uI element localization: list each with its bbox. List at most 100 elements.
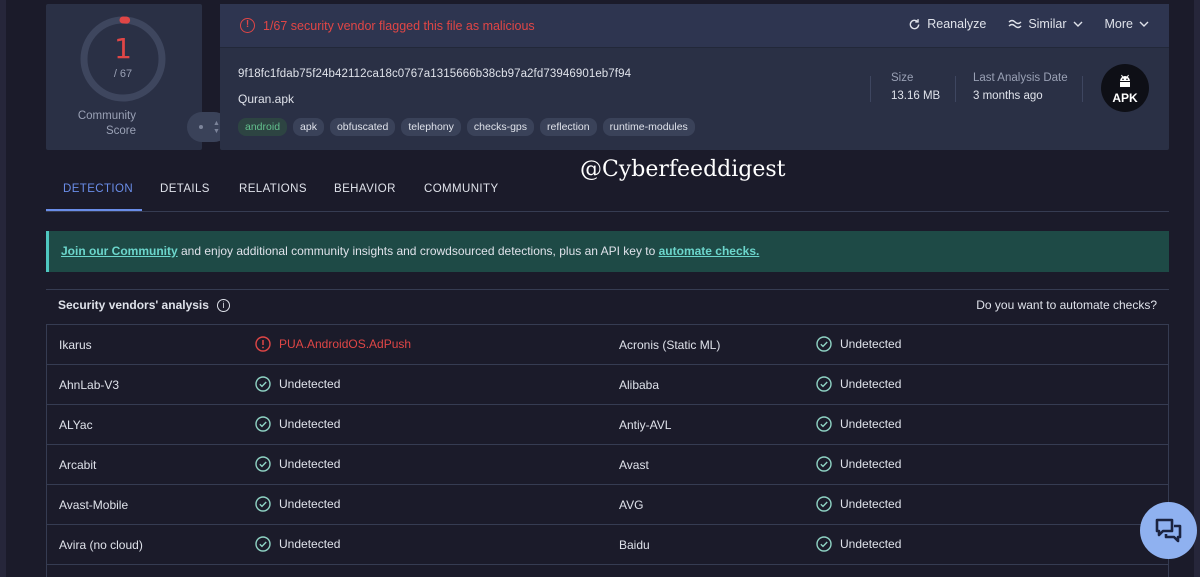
left-frame-edge: [0, 0, 6, 577]
chevron-down-icon: [1073, 21, 1083, 27]
vendor-result: Undetected: [255, 376, 340, 392]
reanalyze-label: Reanalyze: [927, 17, 987, 31]
vendor-name: Alibaba: [619, 378, 660, 392]
table-row: Arcabit Undetected Avast Undetected: [47, 445, 1168, 485]
file-name: Quran.apk: [238, 92, 295, 106]
right-frame-edge: [1194, 0, 1200, 577]
vendor-name: Arcabit: [59, 458, 97, 472]
check-circle-icon: [816, 416, 832, 432]
chat-icon: [1155, 518, 1182, 543]
vendor-result: Undetected: [816, 496, 901, 512]
tab-detection[interactable]: DETECTION: [63, 183, 133, 195]
table-row: AhnLab-V3 Undetected Alibaba Undetected: [47, 365, 1168, 405]
info-icon[interactable]: i: [216, 298, 230, 312]
tab-community[interactable]: COMMUNITY: [424, 183, 499, 195]
community-label-line2: Score: [105, 125, 136, 137]
tab-relations[interactable]: RELATIONS: [239, 183, 307, 195]
vendor-result: Undetected: [255, 416, 340, 432]
tag-telephony[interactable]: telephony: [401, 118, 461, 136]
vendor-result-text: Undetected: [840, 537, 902, 551]
file-info-card: ! 1/67 security vendor flagged this file…: [220, 4, 1169, 150]
join-community-link[interactable]: Join our Community: [61, 244, 178, 258]
vendor-result-text: Undetected: [279, 537, 341, 551]
vendor-name: AVG: [619, 498, 644, 512]
vendor-result-text: Undetected: [840, 337, 902, 351]
vote-dot-icon: [199, 125, 203, 129]
malicious-alert: ! 1/67 security vendor flagged this file…: [240, 18, 535, 33]
last-analysis: Last Analysis Date 3 months ago: [973, 72, 1068, 102]
tag-android[interactable]: android: [238, 118, 288, 136]
tab-behavior[interactable]: BEHAVIOR: [334, 183, 396, 195]
vendor-result-text: Undetected: [279, 497, 341, 511]
table-row: Avast-Mobile Undetected AVG Undetected: [47, 485, 1168, 525]
vendor-name: Antiy-AVL: [619, 418, 672, 432]
community-label-line1: Community: [77, 110, 136, 122]
vendor-result: Undetected: [816, 376, 901, 392]
last-analysis-value: 3 months ago: [973, 90, 1043, 102]
file-size: Size 13.16 MB: [891, 72, 940, 102]
reanalyze-button[interactable]: Reanalyze: [908, 17, 986, 31]
file-tags: android apk obfuscated telephony checks-…: [238, 118, 695, 136]
vendors-table: Ikarus PUA.AndroidOS.AdPush Acronis (Sta…: [46, 324, 1169, 577]
chevron-down-icon: [1139, 21, 1149, 27]
check-circle-icon: [816, 496, 832, 512]
chat-button[interactable]: [1140, 502, 1197, 559]
similar-label: Similar: [1028, 17, 1067, 31]
tag-checks-gps[interactable]: checks-gps: [466, 118, 534, 136]
tag-apk[interactable]: apk: [293, 118, 324, 136]
vendor-result-text: Undetected: [279, 377, 341, 391]
vendor-name: Avast-Mobile: [59, 498, 129, 512]
file-type-badge: APK: [1101, 64, 1149, 112]
vendor-result: PUA.AndroidOS.AdPush: [255, 336, 411, 352]
table-row-partial: [47, 565, 1168, 577]
header-actions: Reanalyze Similar More: [908, 17, 1149, 31]
table-row: ALYac Undetected Antiy-AVL Undetected: [47, 405, 1168, 445]
tag-obfuscated[interactable]: obfuscated: [329, 118, 396, 136]
vote-up-icon[interactable]: ▲: [213, 120, 220, 127]
more-button[interactable]: More: [1105, 17, 1149, 31]
table-row: Ikarus PUA.AndroidOS.AdPush Acronis (Sta…: [47, 325, 1168, 365]
report-tabs: DETECTION DETAILS RELATIONS BEHAVIOR COM…: [46, 180, 1169, 212]
vendor-result-text: Undetected: [840, 417, 902, 431]
check-circle-icon: [255, 456, 271, 472]
automate-checks-link[interactable]: automate checks.: [659, 244, 760, 258]
vendor-name: Avast: [619, 458, 649, 472]
check-circle-icon: [816, 456, 832, 472]
automate-checks-prompt[interactable]: Do you want to automate checks?: [976, 298, 1157, 312]
vendor-result-text[interactable]: PUA.AndroidOS.AdPush: [279, 337, 411, 351]
tab-details[interactable]: DETAILS: [160, 183, 210, 195]
community-banner: Join our Community and enjoy additional …: [46, 231, 1169, 272]
check-circle-icon: [816, 536, 832, 552]
vendor-result: Undetected: [816, 336, 901, 352]
file-size-value: 13.16 MB: [891, 90, 941, 102]
vendor-result: Undetected: [255, 536, 340, 552]
vote-down-icon[interactable]: ▼: [213, 128, 220, 135]
tag-runtime-modules[interactable]: runtime-modules: [602, 118, 695, 136]
meta-divider: [870, 76, 871, 102]
vendor-name: Acronis (Static ML): [619, 338, 721, 352]
banner-text: Join our Community and enjoy additional …: [61, 244, 759, 258]
check-circle-icon: [255, 536, 271, 552]
vendor-name: Ikarus: [59, 338, 92, 352]
meta-divider: [1082, 76, 1083, 102]
meta-divider: [955, 76, 956, 102]
check-circle-icon: [255, 496, 271, 512]
detection-score-card: 1 / 67 Community Score ▲ ▼: [46, 4, 229, 150]
vendor-name: Baidu: [619, 538, 650, 552]
check-circle-icon: [816, 376, 832, 392]
vendor-result: Undetected: [816, 456, 901, 472]
vendor-result: Undetected: [816, 536, 901, 552]
vendor-result-text: Undetected: [279, 417, 341, 431]
vendor-result-text: Undetected: [279, 457, 341, 471]
watermark-text: @Cyberfeeddigest: [580, 157, 786, 182]
more-label: More: [1104, 17, 1133, 31]
tag-reflection[interactable]: reflection: [540, 118, 597, 136]
check-circle-icon: [255, 416, 271, 432]
similar-button[interactable]: Similar: [1008, 17, 1083, 31]
vendor-name: ALYac: [59, 418, 93, 432]
info-header: ! 1/67 security vendor flagged this file…: [220, 4, 1169, 48]
community-score-label: Community Score: [64, 109, 136, 139]
banner-middle-text: and enjoy additional community insights …: [177, 244, 659, 258]
vendor-name: AhnLab-V3: [59, 378, 120, 392]
file-hash[interactable]: 9f18fc1fdab75f24b42112ca18c0767a1315666b…: [238, 68, 631, 80]
